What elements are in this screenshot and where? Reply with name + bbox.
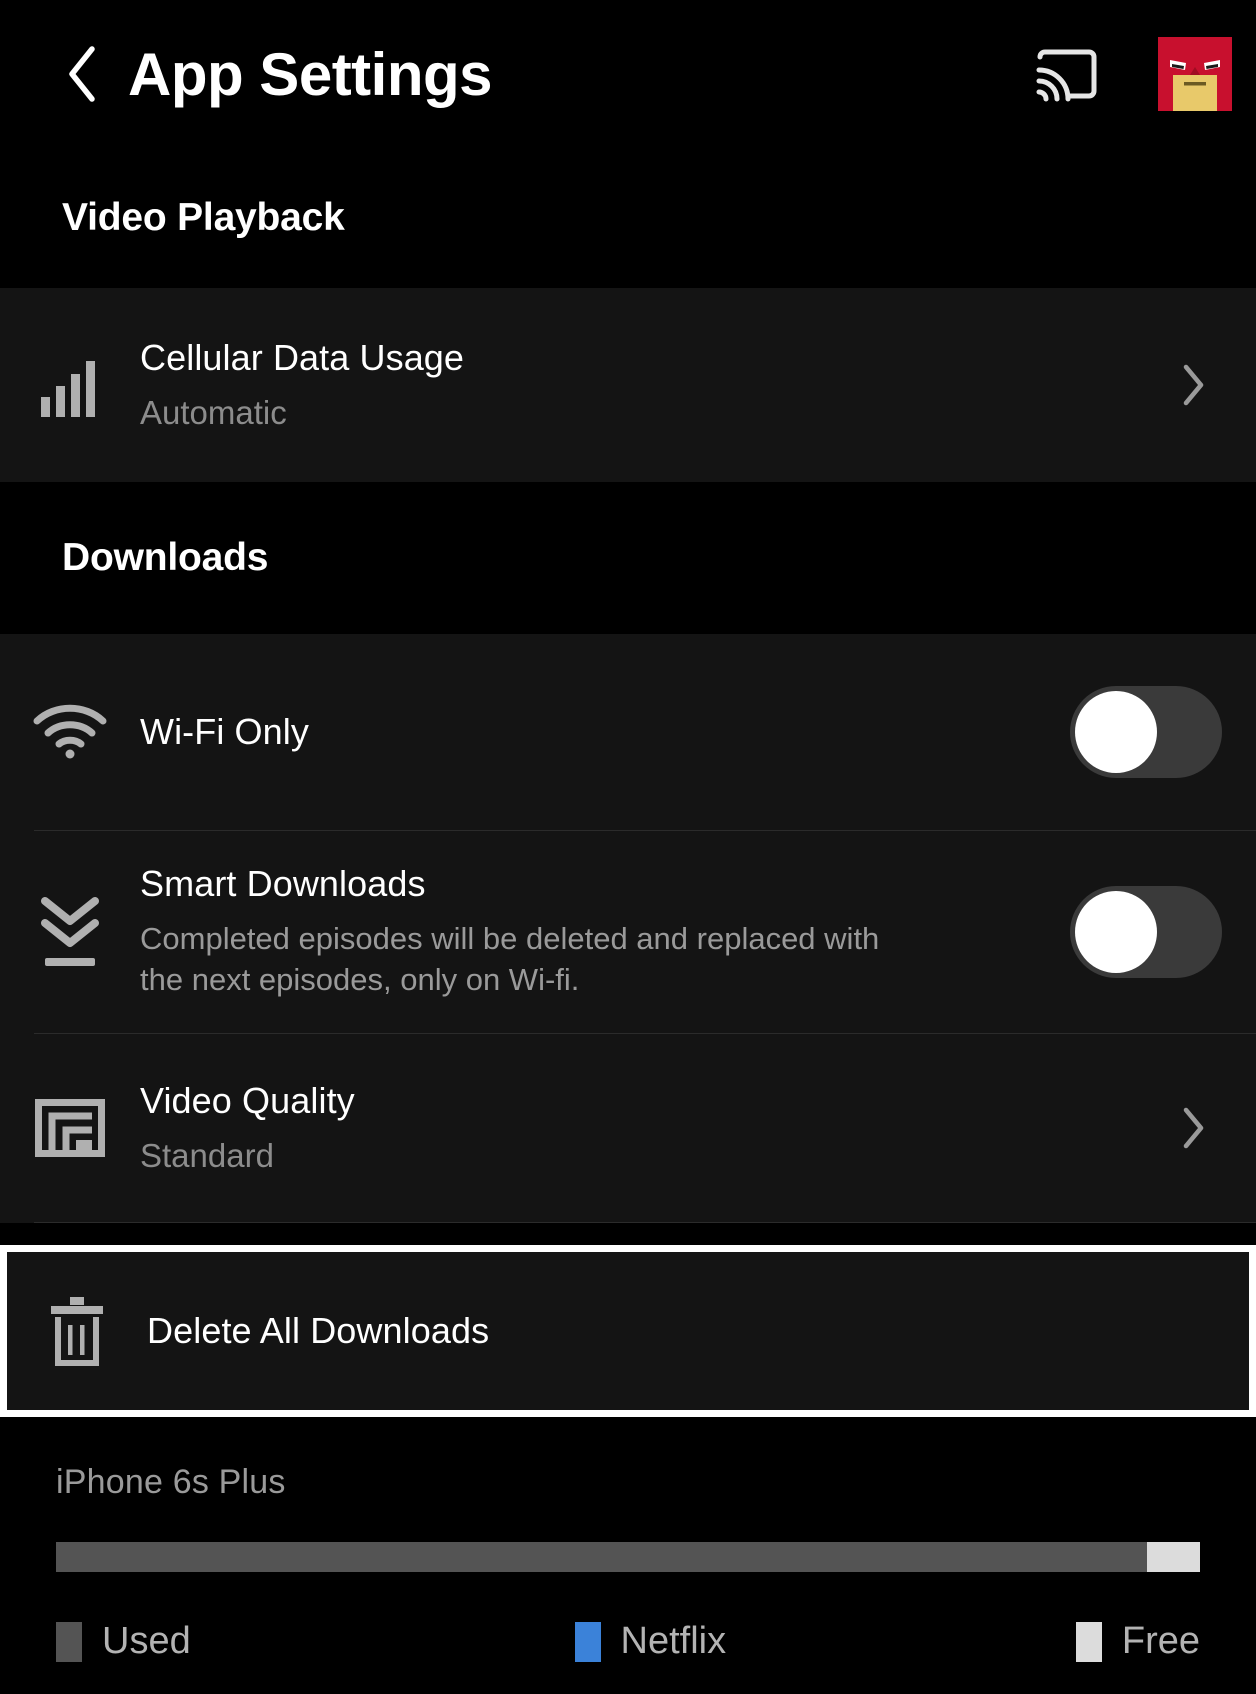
legend-item-free: Free bbox=[1075, 1620, 1200, 1663]
legend-item-netflix: Netflix bbox=[191, 1620, 1076, 1663]
download-chevrons-icon bbox=[0, 893, 140, 971]
cast-icon[interactable] bbox=[1032, 44, 1102, 104]
row-video-quality[interactable]: Video Quality Standard bbox=[0, 1034, 1256, 1222]
video-playback-group: Cellular Data Usage Automatic bbox=[0, 288, 1256, 482]
row-text: Wi-Fi Only bbox=[140, 711, 1070, 753]
row-text: Delete All Downloads bbox=[147, 1310, 1215, 1352]
app-header: App Settings bbox=[0, 0, 1256, 148]
wifi-only-toggle[interactable] bbox=[1070, 686, 1222, 778]
row-cellular-data-usage[interactable]: Cellular Data Usage Automatic bbox=[0, 288, 1256, 482]
legend-item-used: Used bbox=[56, 1620, 191, 1663]
delete-all-downloads-highlight: Delete All Downloads bbox=[0, 1245, 1256, 1417]
section-header-downloads: Downloads bbox=[0, 482, 1256, 634]
row-smart-downloads[interactable]: Smart Downloads Completed episodes will … bbox=[0, 831, 1256, 1033]
legend-label: Netflix bbox=[620, 1620, 727, 1662]
row-title: Smart Downloads bbox=[140, 863, 426, 905]
video-quality-icon bbox=[0, 1099, 140, 1157]
chevron-right-icon[interactable] bbox=[1166, 363, 1222, 407]
legend-label: Free bbox=[1121, 1620, 1200, 1662]
row-title: Cellular Data Usage bbox=[140, 336, 465, 378]
back-chevron-icon[interactable] bbox=[62, 44, 102, 104]
storage-usage-bar bbox=[56, 1542, 1200, 1572]
storage-segment-used bbox=[56, 1542, 1148, 1572]
row-wifi-only[interactable]: Wi-Fi Only bbox=[0, 634, 1256, 830]
legend-swatch-free bbox=[1075, 1621, 1102, 1662]
row-description: Completed episodes will be deleted and r… bbox=[140, 920, 880, 998]
profile-avatar[interactable] bbox=[1158, 37, 1232, 111]
page-title: App Settings bbox=[128, 40, 493, 108]
smart-downloads-toggle[interactable] bbox=[1070, 886, 1222, 978]
storage-segment-free bbox=[1147, 1542, 1200, 1572]
row-title: Wi-Fi Only bbox=[140, 710, 309, 752]
storage-device-name: iPhone 6s Plus bbox=[56, 1463, 286, 1501]
wifi-icon bbox=[0, 704, 140, 760]
toggle-knob bbox=[1075, 891, 1157, 973]
signal-bars-icon bbox=[0, 353, 140, 417]
trash-icon bbox=[7, 1295, 147, 1367]
app-settings-screen: App Settings Video Playback Cellular Dat… bbox=[0, 0, 1256, 1694]
row-delete-all-downloads[interactable]: Delete All Downloads bbox=[7, 1252, 1249, 1410]
section-header-video-playback: Video Playback bbox=[0, 148, 1256, 288]
row-text: Video Quality Standard bbox=[140, 1080, 1166, 1177]
legend-label: Used bbox=[102, 1620, 191, 1662]
row-text: Cellular Data Usage Automatic bbox=[140, 337, 1166, 434]
toggle-knob bbox=[1075, 691, 1157, 773]
section-title: Downloads bbox=[62, 536, 269, 579]
downloads-group: Wi-Fi Only Smart Downloads Completed epi… bbox=[0, 634, 1256, 1223]
storage-section: iPhone 6s Plus Used Netflix Free bbox=[0, 1417, 1256, 1663]
row-divider bbox=[34, 1222, 1256, 1223]
row-subtitle: Standard bbox=[140, 1137, 274, 1175]
storage-legend: Used Netflix Free bbox=[56, 1620, 1200, 1663]
chevron-right-icon[interactable] bbox=[1166, 1106, 1222, 1150]
section-title: Video Playback bbox=[62, 196, 345, 239]
row-title: Video Quality bbox=[140, 1079, 355, 1121]
legend-swatch-netflix bbox=[574, 1621, 601, 1662]
row-text: Smart Downloads Completed episodes will … bbox=[140, 863, 1070, 1001]
row-title: Delete All Downloads bbox=[147, 1309, 490, 1351]
legend-swatch-used bbox=[56, 1621, 82, 1662]
row-subtitle: Automatic bbox=[140, 394, 287, 432]
